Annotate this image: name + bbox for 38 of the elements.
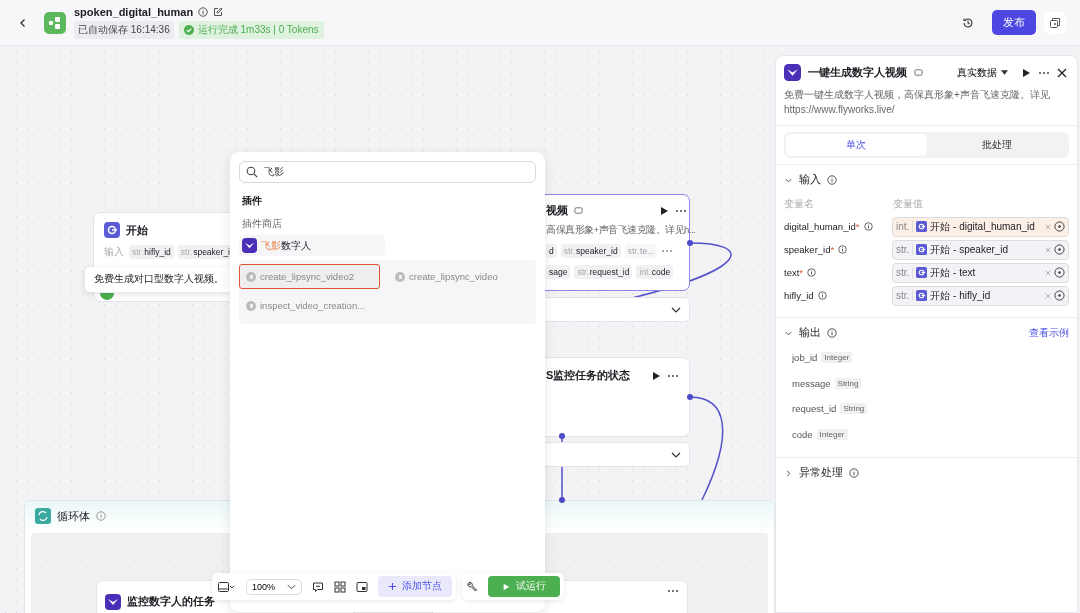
- loop-title: 循环体: [57, 508, 90, 524]
- variable-name: hifly_id: [784, 290, 814, 301]
- type-tag: String: [834, 377, 862, 389]
- section-title: 输出: [799, 326, 821, 340]
- variable-name: digital_human_id*: [784, 221, 860, 232]
- type-tag: Integer: [816, 428, 848, 440]
- node-title: 开始: [126, 222, 148, 238]
- param-tag: str.speaker_i: [177, 245, 233, 259]
- param-tag: sage: [546, 265, 571, 279]
- node-title: S监控任务的状态: [546, 368, 631, 383]
- subsection-heading: 插件商店: [242, 218, 283, 231]
- run-status-text: 运行完成 1m33s | 0 Tokens: [197, 23, 319, 37]
- workflow-title: spoken_digital_human: [74, 6, 194, 18]
- param-tag: int.code: [636, 265, 674, 279]
- output-name: code: [792, 428, 813, 440]
- param-tag: d: [546, 244, 557, 258]
- variable-name: speaker_id*: [784, 244, 835, 255]
- section-title: 输入: [799, 173, 821, 187]
- section-heading: 插件: [242, 194, 263, 208]
- type-tag: String: [840, 403, 868, 415]
- column-header: 变量值: [893, 196, 923, 211]
- panel-description: 免费一键生成数字人视频，高保真形象+声音飞速克隆。详见https://www.flyworks.live/: [776, 81, 1077, 126]
- input-label: 输入: [104, 245, 124, 259]
- panel-title: 一键生成数字人视频: [808, 65, 907, 80]
- output-name: request_id: [792, 403, 837, 415]
- variable-name: text*: [784, 267, 803, 278]
- param-tag: str.request_id: [574, 265, 633, 279]
- output-name: message: [792, 377, 831, 389]
- param-tag: str.te...: [624, 244, 658, 258]
- column-header: 变量名: [784, 196, 815, 211]
- type-tag: Integer: [821, 352, 853, 364]
- section-title: 异常处理: [799, 466, 843, 480]
- autosave-badge: 已自动保存 16:14:36: [74, 21, 174, 39]
- output-name: job_id: [792, 352, 818, 364]
- param-tag: str.hifly_id: [129, 245, 174, 259]
- node-title: 视频: [546, 203, 568, 218]
- node-title: 监控数字人的任务: [127, 594, 215, 609]
- param-tag: str.speaker_id: [560, 244, 621, 258]
